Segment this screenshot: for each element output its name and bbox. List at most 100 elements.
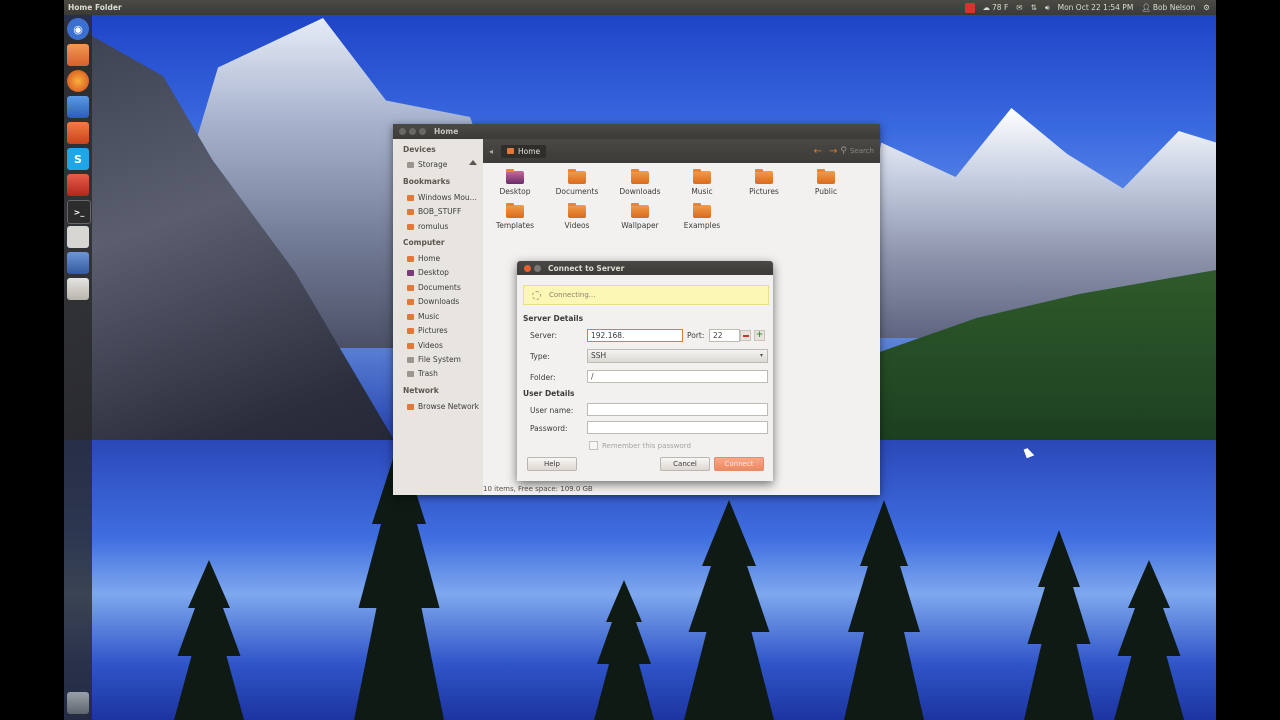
user-menu[interactable]: 👤︎ Bob Nelson bbox=[1141, 3, 1195, 12]
videos-folder-icon bbox=[568, 203, 586, 218]
network-icon[interactable]: ⇅ bbox=[1031, 3, 1037, 12]
software-center-icon[interactable] bbox=[67, 122, 89, 144]
update-notifier-icon[interactable] bbox=[964, 2, 975, 13]
volume-icon[interactable]: 🔊︎ bbox=[1045, 3, 1050, 13]
close-icon[interactable] bbox=[524, 264, 531, 272]
folder-icon bbox=[407, 194, 414, 201]
sidebar-item-storage[interactable]: Storage bbox=[407, 160, 447, 169]
checkbox-box[interactable] bbox=[589, 441, 598, 450]
weather-indicator[interactable]: ☁ 78 F bbox=[983, 3, 1009, 12]
connect-button[interactable]: Connect bbox=[714, 457, 764, 471]
sidebar-item-downloads[interactable]: Downloads bbox=[407, 297, 459, 306]
back-arrow-icon[interactable]: ← bbox=[814, 146, 822, 157]
indicator-area: ☁ 78 F ✉ ⇅ 🔊︎ Mon Oct 22 1:54 PM 👤︎ Bob … bbox=[964, 2, 1210, 13]
minimize-icon[interactable] bbox=[409, 128, 416, 135]
gear-icon[interactable]: ⚙ bbox=[1203, 3, 1210, 12]
folder-icon bbox=[407, 223, 414, 230]
minimize-icon[interactable] bbox=[534, 264, 541, 272]
connecting-infobar: Connecting... bbox=[523, 285, 769, 305]
folder-pictures[interactable]: Pictures bbox=[734, 169, 794, 196]
folder-wallpaper[interactable]: Wallpaper bbox=[610, 203, 670, 230]
drive-icon bbox=[407, 356, 414, 363]
chevron-left-icon[interactable]: ◂ bbox=[489, 147, 493, 156]
sidebar-header-devices: Devices bbox=[403, 145, 436, 154]
templates-folder-icon bbox=[506, 203, 524, 218]
sidebar-header-computer: Computer bbox=[403, 238, 445, 247]
folder-public[interactable]: Public bbox=[796, 169, 856, 196]
maximize-icon[interactable] bbox=[419, 128, 426, 135]
firefox-icon[interactable] bbox=[67, 70, 89, 92]
help-button[interactable]: Help bbox=[527, 457, 577, 471]
sidebar-item-file-system[interactable]: File System bbox=[407, 355, 461, 364]
folder-icon bbox=[407, 298, 414, 305]
forward-arrow-icon[interactable]: → bbox=[829, 146, 837, 157]
username-label: User name: bbox=[530, 406, 574, 415]
search-label[interactable]: Search bbox=[850, 147, 874, 155]
password-input[interactable] bbox=[587, 421, 768, 434]
drive-icon[interactable] bbox=[67, 278, 89, 300]
sidebar-item-documents[interactable]: Documents bbox=[407, 283, 461, 292]
sidebar-item-windows-mount[interactable]: Windows Mou... bbox=[407, 193, 477, 202]
dialog-titlebar[interactable]: Connect to Server bbox=[517, 261, 773, 275]
sidebar-item-videos[interactable]: Videos bbox=[407, 341, 443, 350]
places-sidebar: Devices Storage Bookmarks Windows Mou...… bbox=[393, 139, 484, 495]
folder-icon bbox=[568, 169, 586, 184]
sidebar-item-music[interactable]: Music bbox=[407, 312, 439, 321]
pictures-folder-icon bbox=[755, 169, 773, 184]
minus-icon[interactable] bbox=[740, 330, 751, 341]
desktop-icon bbox=[407, 269, 414, 276]
folder-videos[interactable]: Videos bbox=[547, 203, 607, 230]
plus-icon[interactable]: + bbox=[754, 330, 765, 341]
window-title: Home bbox=[434, 127, 459, 136]
folder-examples[interactable]: Examples bbox=[672, 203, 732, 230]
eject-icon[interactable] bbox=[469, 160, 477, 165]
type-select[interactable]: SSH ▾ bbox=[587, 349, 768, 363]
spinner-icon bbox=[532, 290, 541, 300]
folder-desktop[interactable]: Desktop bbox=[485, 169, 545, 196]
terminal-icon[interactable]: >_ bbox=[67, 200, 91, 224]
folder-input[interactable]: / bbox=[587, 370, 768, 383]
folder-templates[interactable]: Templates bbox=[485, 203, 545, 230]
remmina-icon[interactable] bbox=[67, 252, 89, 274]
server-input[interactable]: 192.168. bbox=[587, 329, 683, 342]
cancel-button[interactable]: Cancel bbox=[660, 457, 710, 471]
sidebar-item-trash[interactable]: Trash bbox=[407, 369, 438, 378]
sidebar-item-home[interactable]: Home bbox=[407, 254, 440, 263]
folder-icon bbox=[407, 284, 414, 291]
folder-icon bbox=[631, 169, 649, 184]
server-label: Server: bbox=[530, 331, 557, 340]
skype-icon[interactable]: S bbox=[67, 148, 89, 170]
sidebar-item-desktop[interactable]: Desktop bbox=[407, 268, 449, 277]
username-input[interactable] bbox=[587, 403, 768, 416]
folder-music[interactable]: Music bbox=[672, 169, 732, 196]
calculator-icon[interactable] bbox=[67, 226, 89, 248]
thunderbird-icon[interactable] bbox=[67, 96, 89, 118]
folder-icon bbox=[407, 208, 414, 215]
sidebar-item-browse-network[interactable]: Browse Network bbox=[407, 402, 479, 411]
drive-icon bbox=[407, 161, 414, 168]
password-label: Password: bbox=[530, 424, 568, 433]
mail-icon[interactable]: ✉ bbox=[1016, 3, 1022, 12]
user-details-heading: User Details bbox=[523, 389, 575, 398]
folder-downloads[interactable]: Downloads bbox=[610, 169, 670, 196]
trash-icon[interactable] bbox=[67, 692, 89, 714]
port-input[interactable]: 22 bbox=[709, 329, 740, 342]
files-icon[interactable] bbox=[67, 44, 89, 66]
clock[interactable]: Mon Oct 22 1:54 PM bbox=[1058, 3, 1134, 12]
sidebar-item-bob-stuff[interactable]: BOB_STUFF bbox=[407, 207, 461, 216]
home-icon bbox=[407, 255, 414, 262]
remember-password-checkbox[interactable]: Remember this password bbox=[589, 441, 691, 450]
search-icon[interactable]: ⚲ bbox=[840, 146, 847, 156]
close-icon[interactable] bbox=[399, 128, 406, 135]
location-button-home[interactable]: Home bbox=[501, 144, 547, 158]
launcher: ◉ S >_ bbox=[64, 15, 92, 720]
window-titlebar[interactable]: Home bbox=[393, 124, 880, 139]
dash-icon[interactable]: ◉ bbox=[67, 18, 89, 40]
settings-icon[interactable] bbox=[67, 174, 89, 196]
sidebar-header-bookmarks: Bookmarks bbox=[403, 177, 451, 186]
folder-documents[interactable]: Documents bbox=[547, 169, 607, 196]
toolbar-right: ← → ⚲ Search bbox=[810, 146, 874, 157]
public-folder-icon bbox=[817, 169, 835, 184]
sidebar-item-pictures[interactable]: Pictures bbox=[407, 326, 448, 335]
sidebar-item-romulus[interactable]: romulus bbox=[407, 222, 448, 231]
